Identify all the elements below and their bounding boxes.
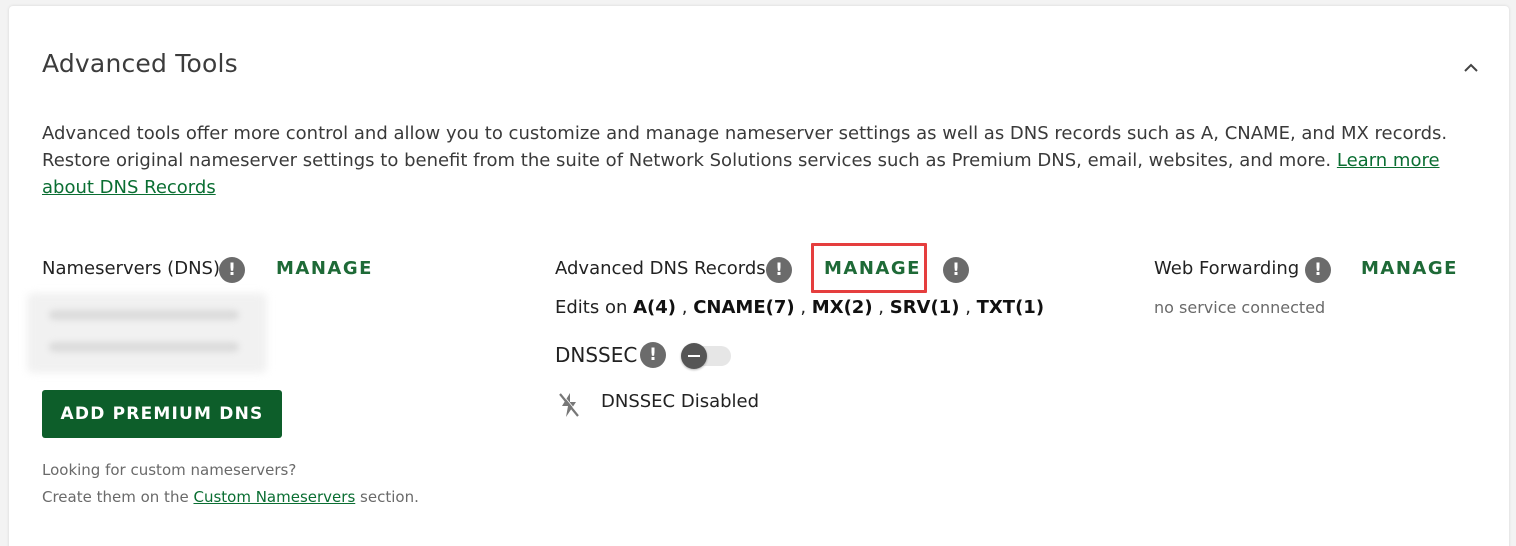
- section-description: Advanced tools offer more control and al…: [42, 123, 1448, 198]
- edit-count-cname: CNAME(7): [693, 297, 795, 318]
- dnssec-info-icon[interactable]: !: [640, 342, 666, 368]
- flash-off-icon: [559, 392, 580, 417]
- manage-highlight-box: [811, 243, 927, 293]
- dns-records-label: Advanced DNS Records: [555, 258, 766, 279]
- dnssec-toggle[interactable]: [681, 343, 731, 369]
- custom-nameservers-link[interactable]: Custom Nameservers: [193, 488, 355, 506]
- custom-nameservers-line: Create them on the Custom Nameservers se…: [42, 488, 419, 506]
- dnssec-label: DNSSEC: [555, 343, 638, 367]
- advanced-tools-card: Advanced Tools Advanced tools offer more…: [9, 6, 1509, 546]
- dns-records-info-icon[interactable]: !: [766, 257, 792, 283]
- web-forwarding-label: Web Forwarding: [1154, 258, 1300, 279]
- redacted-nameservers: [27, 293, 267, 373]
- redacted-line: [49, 310, 239, 320]
- nameservers-manage-button[interactable]: MANAGE: [276, 258, 373, 279]
- edit-count-a: A(4): [633, 297, 677, 318]
- toggle-knob: [681, 343, 707, 369]
- custom-nameservers-hint: Looking for custom nameservers?: [42, 461, 297, 479]
- edit-count-txt: TXT(1): [976, 297, 1045, 318]
- nameservers-info-icon[interactable]: !: [219, 257, 245, 283]
- web-forwarding-info-icon[interactable]: !: [1305, 257, 1331, 283]
- dnssec-status: DNSSEC Disabled: [601, 391, 760, 412]
- dns-edits-summary: Edits on A(4) , CNAME(7) , MX(2) , SRV(1…: [555, 297, 1045, 318]
- edit-count-mx: MX(2): [811, 297, 873, 318]
- dns-records-extra-info-icon[interactable]: !: [943, 257, 969, 283]
- redacted-line: [49, 342, 239, 352]
- web-forwarding-manage-button[interactable]: MANAGE: [1361, 258, 1458, 279]
- nameservers-label: Nameservers (DNS): [42, 258, 220, 279]
- edit-count-srv: SRV(1): [889, 297, 960, 318]
- web-forwarding-status: no service connected: [1154, 298, 1326, 317]
- add-premium-dns-button[interactable]: ADD PREMIUM DNS: [42, 390, 282, 438]
- chevron-up-icon[interactable]: [1461, 58, 1481, 78]
- section-title: Advanced Tools: [42, 49, 238, 78]
